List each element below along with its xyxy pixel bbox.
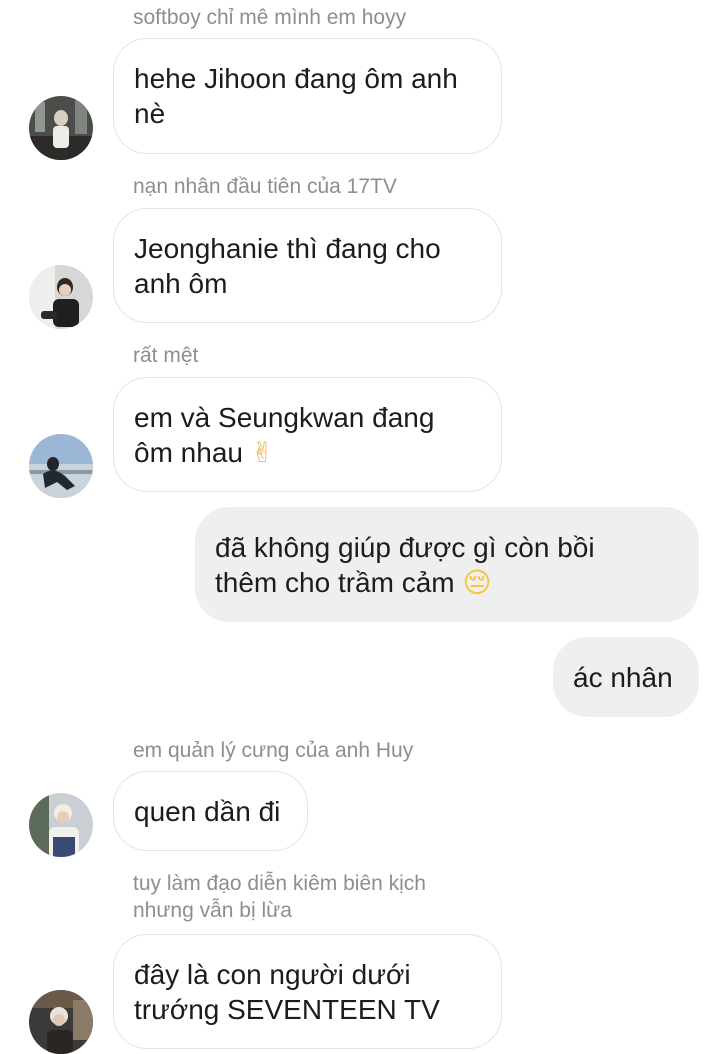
incoming-message-bubble[interactable]: đây là con người dưới trướng SEVENTEEN T… bbox=[113, 934, 502, 1049]
message-text: Jeonghanie thì đang cho anh ôm bbox=[134, 232, 441, 299]
sender-name: rất mệt bbox=[133, 344, 199, 367]
message-text: hehe Jihoon đang ôm anh nè bbox=[134, 63, 458, 129]
incoming-message-bubble[interactable]: Jeonghanie thì đang cho anh ôm bbox=[113, 208, 502, 323]
sender-name: tuy làm đạo diễn kiêm biên kịch nhưng vẫ… bbox=[133, 872, 426, 922]
message-text: đã không giúp được gì còn bồi thêm cho t… bbox=[215, 531, 595, 599]
sender-name: softboy chỉ mê mình em hoyy bbox=[133, 6, 407, 29]
avatar[interactable] bbox=[29, 793, 93, 857]
message-text: ác nhân bbox=[573, 661, 673, 693]
sender-name: em quản lý cưng của anh Huy bbox=[133, 739, 414, 762]
message-text: quen dần đi bbox=[134, 795, 281, 827]
incoming-message-bubble[interactable]: quen dần đi bbox=[113, 771, 308, 851]
avatar[interactable] bbox=[29, 96, 93, 160]
message-text: em và Seungkwan đang ôm nhau ✌ bbox=[134, 401, 435, 469]
avatar[interactable] bbox=[29, 990, 93, 1054]
outgoing-message-bubble[interactable]: đã không giúp được gì còn bồi thêm cho t… bbox=[195, 507, 699, 622]
sender-name: nạn nhân đầu tiên của 17TV bbox=[133, 175, 397, 198]
victory-hand-emoji-icon: ✌ bbox=[250, 435, 275, 469]
incoming-message-bubble[interactable]: hehe Jihoon đang ôm anh nè bbox=[113, 38, 502, 154]
avatar[interactable] bbox=[29, 434, 93, 498]
message-text: đây là con người dưới trướng SEVENTEEN T… bbox=[134, 958, 440, 1025]
avatar[interactable] bbox=[29, 265, 93, 329]
incoming-message-bubble[interactable]: em và Seungkwan đang ôm nhau ✌ bbox=[113, 377, 502, 492]
pensive-face-emoji-icon: 😔 bbox=[462, 565, 492, 599]
outgoing-message-bubble[interactable]: ác nhân bbox=[553, 637, 699, 717]
